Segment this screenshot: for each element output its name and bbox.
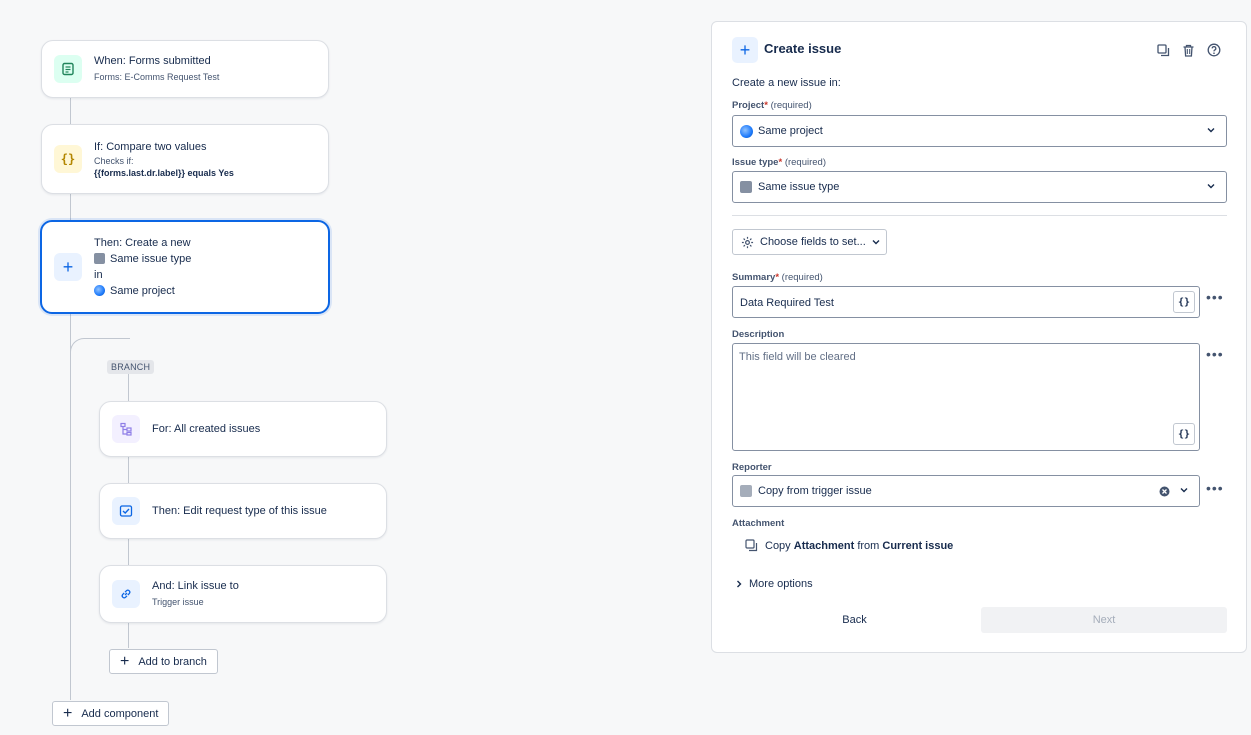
branch-for-card[interactable]: For: All created issues [99,401,387,457]
add-to-branch-label: Add to branch [138,655,207,668]
add-component-button[interactable]: + Add component [52,701,170,726]
plus-icon: + [120,652,130,670]
summary-value: Data Required Test [740,297,834,309]
reporter-value: Copy from trigger issue [758,485,872,497]
branch-link-subtitle: Trigger issue [152,597,204,607]
project-select[interactable]: Same project [732,115,1227,147]
copy-icon [745,539,758,552]
section-divider [732,215,1227,216]
add-component-label: Add component [81,707,159,720]
more-actions-icon[interactable]: ••• [1206,290,1223,304]
project-value: Same project [758,125,823,137]
branch-tree-icon [112,415,140,443]
branch-link-title: And: Link issue to [152,580,239,592]
description-label: Description [732,329,785,340]
help-icon[interactable] [1205,41,1223,59]
chevron-right-icon [737,580,742,588]
create-issue-panel: + Create issue Create a new issue in: Pr… [711,21,1247,653]
project-avatar-icon [94,285,105,296]
condition-title: If: Compare two values [94,141,207,153]
form-icon [54,55,82,83]
rule-canvas: When: Forms submitted Forms: E-Comms Req… [0,0,700,735]
panel-intro: Create a new issue in: [732,77,841,89]
chevron-down-icon [1207,184,1215,189]
branch-link-card[interactable]: And: Link issue to Trigger issue [99,565,387,623]
reporter-label: Reporter [732,462,772,473]
branch-edit-card[interactable]: Then: Edit request type of this issue [99,483,387,539]
trash-icon[interactable] [1179,41,1197,59]
issue-type-icon [94,253,105,264]
more-options-label: More options [749,578,813,590]
plus-icon: + [732,37,758,63]
trigger-title: When: Forms submitted [94,55,211,67]
smart-value-button[interactable]: {} [1173,423,1195,445]
connector-line [70,193,71,221]
attachment-label: Attachment [732,518,785,529]
issue-type-select[interactable]: Same issue type [732,171,1227,203]
next-button[interactable]: Next [981,607,1227,633]
plus-icon: + [63,704,73,722]
action-project: Same project [94,283,191,299]
condition-card[interactable]: {} If: Compare two values Checks if: {{f… [41,124,329,194]
braces-icon: {} [54,145,82,173]
branch-edit-title: Then: Edit request type of this issue [152,505,327,517]
issue-type-label: Issue type* (required) [732,157,826,168]
description-placeholder: This field will be cleared [739,351,856,363]
choose-fields-button[interactable]: Choose fields to set... [732,229,887,255]
more-actions-icon[interactable]: ••• [1206,347,1223,361]
gear-icon [741,236,754,248]
branch-for-title: For: All created issues [152,423,261,435]
smart-value-button[interactable]: {} [1173,291,1195,313]
create-issue-card[interactable]: + Then: Create a new Same issue type in … [40,220,330,314]
connector-line [70,97,71,125]
plus-icon: + [54,253,82,281]
condition-expression: {{forms.last.dr.label}} equals Yes [94,168,234,178]
project-avatar-icon [740,124,753,138]
clear-icon[interactable] [1159,486,1170,497]
project-label: Project* (required) [732,100,812,111]
chevron-down-icon [1207,128,1215,133]
branch-label: BRANCH [107,360,155,374]
summary-label: Summary* (required) [732,272,823,283]
link-icon [112,580,140,608]
trigger-subtitle: Forms: E-Comms Request Test [94,72,220,82]
action-title: Then: Create a new [94,237,191,249]
user-avatar-icon [740,485,752,497]
choose-fields-label: Choose fields to set... [760,236,866,248]
reporter-select[interactable]: Copy from trigger issue [732,475,1200,507]
duplicate-icon[interactable] [1154,41,1172,59]
issue-type-value: Same issue type [758,181,840,193]
panel-title: Create issue [764,41,842,56]
chevron-down-icon [872,240,880,245]
connector-line [70,313,71,700]
add-to-branch-button[interactable]: + Add to branch [109,649,218,674]
action-in-label: in [94,269,103,281]
more-actions-icon[interactable]: ••• [1206,481,1223,495]
trigger-card[interactable]: When: Forms submitted Forms: E-Comms Req… [41,40,329,98]
chevron-down-icon [1180,488,1188,493]
action-issue-type: Same issue type [94,251,191,267]
checkbox-icon [112,497,140,525]
description-textarea[interactable]: This field will be cleared [732,343,1200,451]
condition-checks-label: Checks if: [94,156,134,166]
attachment-copy-row: Copy Attachment from Current issue [745,539,953,552]
more-options-toggle[interactable]: More options [734,578,813,590]
back-button[interactable]: Back [732,607,977,633]
issue-type-icon [740,181,752,193]
summary-input[interactable]: Data Required Test [732,286,1200,318]
